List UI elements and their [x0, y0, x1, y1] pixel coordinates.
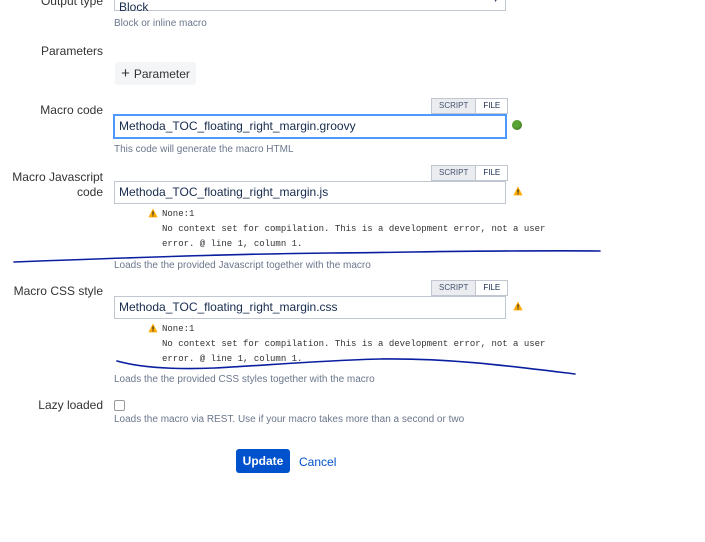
macro-css-error-line1: No context set for compilation. This is …	[162, 339, 546, 349]
macro-code-source-toggle: SCRIPT FILE	[431, 98, 509, 114]
output-type-select[interactable]: Block ▼	[114, 0, 506, 14]
macro-code-input[interactable]: Methoda_TOC_floating_right_margin.groovy	[114, 115, 506, 138]
macro-css-error-line2: error. @ line 1, column 1.	[162, 354, 303, 364]
macro-js-tab-file[interactable]: FILE	[476, 165, 509, 181]
macro-js-error-title: None:1	[162, 209, 195, 219]
macro-js-tab-script[interactable]: SCRIPT	[431, 165, 477, 181]
lazy-loaded-label: Lazy loaded	[38, 398, 103, 412]
macro-css-tab-file[interactable]: FILE	[476, 280, 509, 296]
macro-css-help: Loads the the provided CSS styles togeth…	[114, 374, 375, 385]
update-button[interactable]: Update	[236, 449, 290, 473]
plus-icon: +	[121, 64, 130, 82]
warning-icon	[513, 301, 523, 311]
macro-code-label: Macro code	[40, 103, 103, 117]
macro-css-source-toggle: SCRIPT FILE	[431, 280, 509, 296]
output-type-value: Block	[119, 0, 149, 14]
macro-js-label: Macro Javascript code	[12, 170, 103, 200]
macro-js-label-line1: Macro Javascript	[12, 170, 103, 184]
macro-code-value: Methoda_TOC_floating_right_margin.groovy	[119, 119, 356, 133]
output-type-help: Block or inline macro	[114, 18, 207, 29]
macro-js-error-line1: No context set for compilation. This is …	[162, 224, 546, 234]
add-parameter-label: Parameter	[133, 66, 190, 81]
macro-css-error-title: None:1	[162, 324, 195, 334]
output-type-label: Output type	[40, 0, 103, 8]
lazy-loaded-help: Loads the macro via REST. Use if your ma…	[114, 414, 465, 425]
macro-css-label: Macro CSS style	[13, 284, 103, 298]
macro-code-tab-file[interactable]: FILE	[476, 98, 509, 114]
macro-js-label-line2: code	[76, 185, 103, 199]
macro-css-input[interactable]: Methoda_TOC_floating_right_margin.css	[114, 296, 506, 319]
macro-code-tab-script[interactable]: SCRIPT	[431, 98, 477, 114]
parameters-label: Parameters	[40, 44, 103, 58]
macro-js-source-toggle: SCRIPT FILE	[431, 165, 509, 181]
lazy-loaded-checkbox[interactable]	[114, 400, 125, 411]
macro-js-error-line2: error. @ line 1, column 1.	[162, 239, 303, 249]
annotation-underline-overlay	[13, 249, 601, 375]
add-parameter-button[interactable]: + Parameter	[115, 62, 196, 85]
cancel-link[interactable]: Cancel	[299, 455, 336, 469]
chevron-down-icon: ▼	[492, 0, 499, 4]
warning-icon	[513, 186, 523, 196]
valid-status-icon	[512, 120, 522, 130]
macro-code-help: This code will generate the macro HTML	[114, 144, 294, 155]
macro-js-help: Loads the the provided Javascript togeth…	[114, 260, 371, 271]
macro-css-value: Methoda_TOC_floating_right_margin.css	[119, 300, 338, 314]
warning-icon	[148, 208, 158, 218]
macro-js-input[interactable]: Methoda_TOC_floating_right_margin.js	[114, 181, 506, 204]
warning-icon	[148, 323, 158, 333]
macro-css-tab-script[interactable]: SCRIPT	[431, 280, 477, 296]
macro-js-value: Methoda_TOC_floating_right_margin.js	[119, 185, 329, 199]
